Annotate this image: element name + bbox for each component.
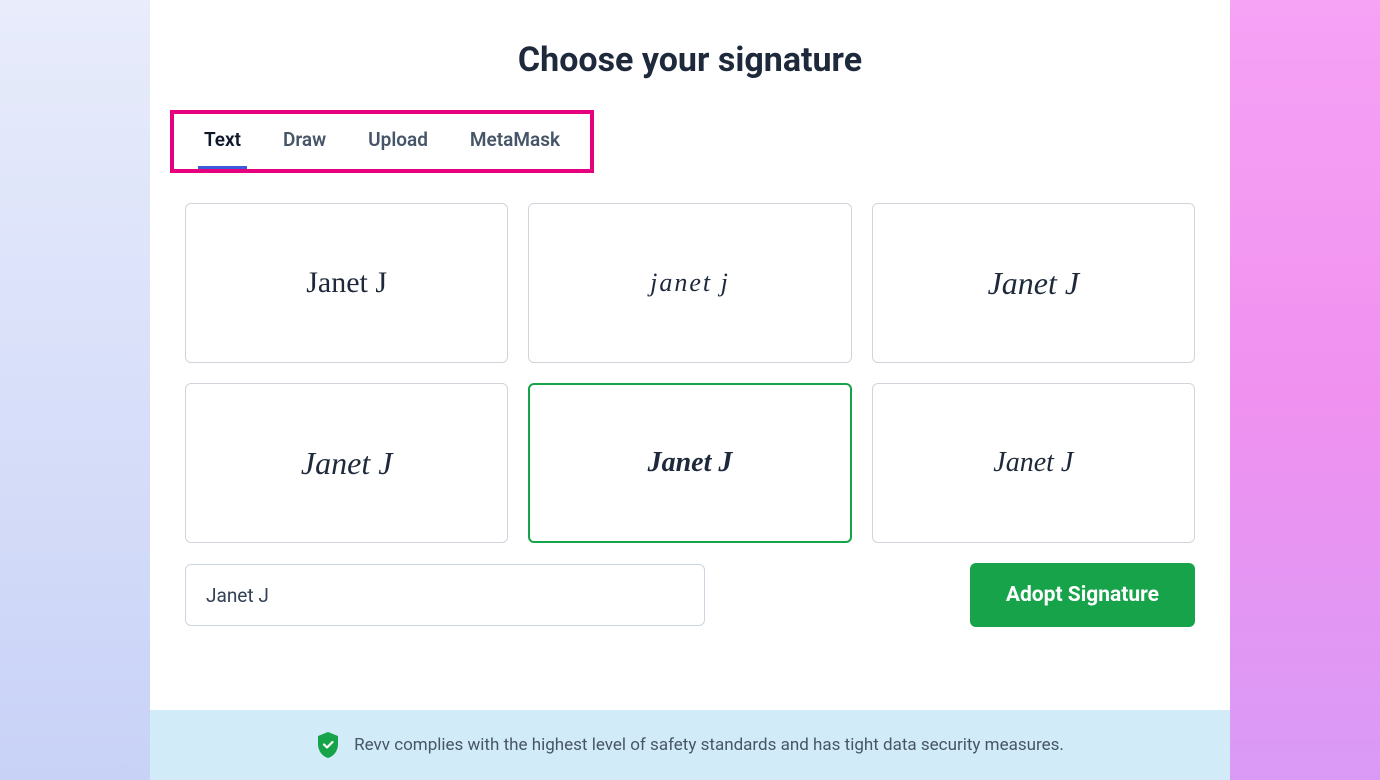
signature-option-1[interactable]: Janet J	[185, 203, 508, 363]
gradient-left-decoration	[0, 0, 150, 780]
tab-text[interactable]: Text	[204, 128, 241, 155]
signature-modal: Choose your signature Text Draw Upload M…	[150, 0, 1230, 780]
signature-preview-text: Janet J	[993, 447, 1073, 479]
tab-metamask[interactable]: MetaMask	[470, 128, 560, 155]
adopt-signature-button[interactable]: Adopt Signature	[970, 563, 1195, 627]
signature-options-grid: Janet J Janet J Janet J Janet J Janet J …	[170, 203, 1210, 543]
security-footer-text: Revv complies with the highest level of …	[354, 735, 1064, 755]
tab-draw[interactable]: Draw	[283, 128, 326, 155]
tabs-container: Text Draw Upload MetaMask	[174, 114, 590, 169]
signature-option-3[interactable]: Janet J	[872, 203, 1195, 363]
signature-option-2[interactable]: Janet J	[528, 203, 851, 363]
signature-name-input[interactable]	[185, 564, 705, 626]
content-area: Choose your signature Text Draw Upload M…	[150, 0, 1230, 710]
security-footer: Revv complies with the highest level of …	[150, 710, 1230, 780]
bottom-row: Adopt Signature	[170, 543, 1210, 627]
signature-option-6[interactable]: Janet J	[872, 383, 1195, 543]
signature-preview-text: Janet J	[306, 266, 387, 300]
signature-preview-text: Janet J	[648, 447, 733, 479]
tab-upload[interactable]: Upload	[368, 128, 428, 155]
signature-preview-text: Janet J	[650, 268, 730, 298]
tabs-highlight-box: Text Draw Upload MetaMask	[170, 110, 594, 173]
signature-preview-text: Janet J	[988, 265, 1080, 302]
shield-check-icon	[316, 732, 340, 758]
gradient-right-decoration	[1230, 0, 1380, 780]
page-title: Choose your signature	[170, 40, 1210, 80]
signature-option-5[interactable]: Janet J	[528, 383, 851, 543]
signature-option-4[interactable]: Janet J	[185, 383, 508, 543]
signature-preview-text: Janet J	[301, 445, 393, 482]
